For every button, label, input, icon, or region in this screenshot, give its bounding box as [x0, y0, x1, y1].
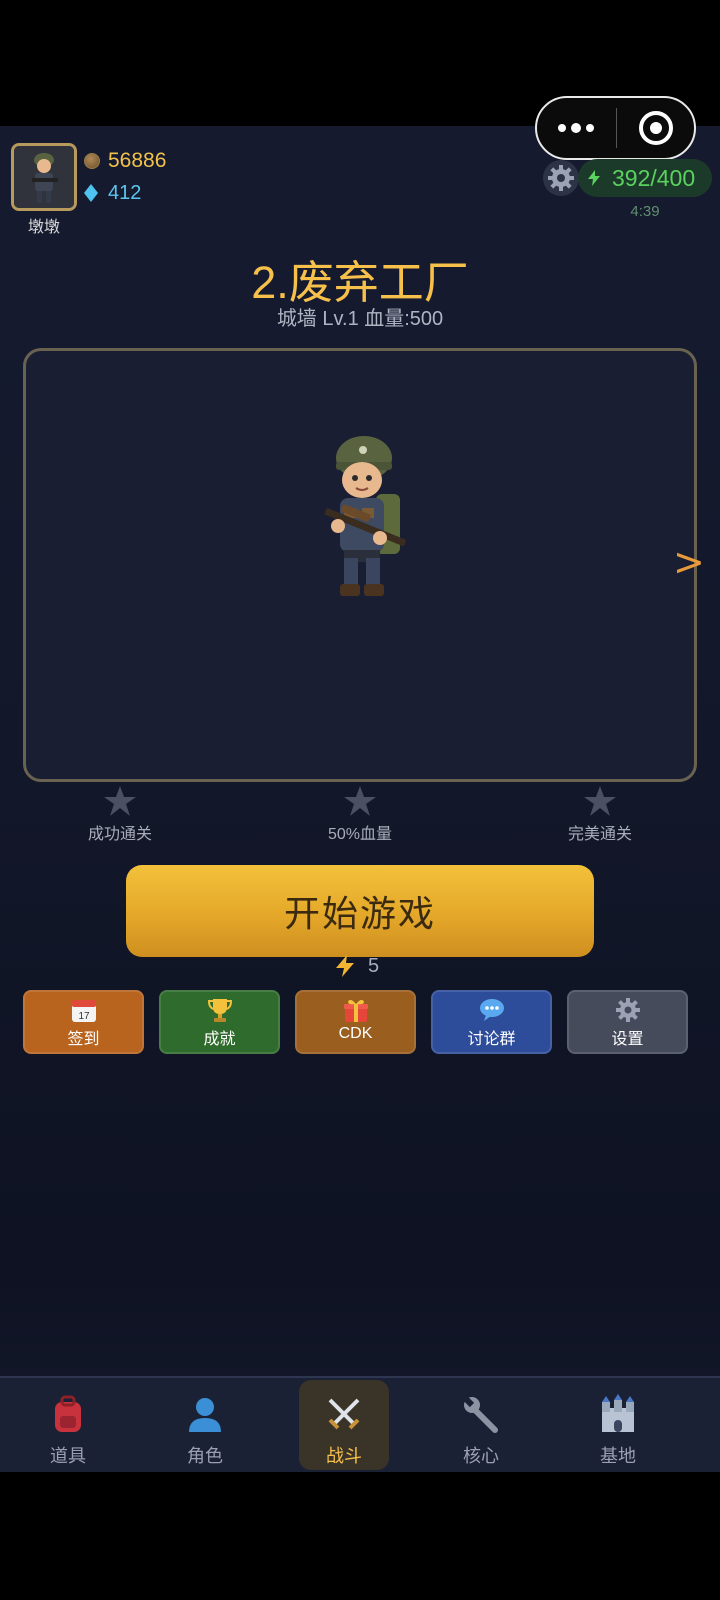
- soldier-character-image: [324, 436, 406, 596]
- lightning-icon: [336, 955, 354, 977]
- trophy-icon: [207, 999, 232, 1022]
- gem-value: 412: [108, 181, 142, 204]
- chat-icon: [479, 999, 504, 1021]
- level-subtitle: 城墙 Lv.1 血量:500: [276, 308, 444, 330]
- star-label-hp: 50%血量: [327, 826, 393, 843]
- calendar-icon: 17: [71, 1000, 96, 1022]
- more-options-icon[interactable]: [537, 98, 616, 158]
- tab-core[interactable]: 核心: [436, 1380, 526, 1470]
- player-name: 墩墩: [27, 219, 60, 236]
- action-buttons: 17 签到 成就 CDK 讨论群 设置: [0, 990, 720, 1054]
- energy-timer: 4:39: [630, 203, 660, 220]
- gear-icon: [548, 165, 574, 191]
- discussion-group-button[interactable]: 讨论群: [431, 990, 552, 1054]
- checkin-button[interactable]: 17 签到: [23, 990, 144, 1054]
- tab-items[interactable]: 道具: [23, 1380, 113, 1470]
- person-icon: [189, 1398, 221, 1432]
- miniprogram-capsule: [535, 96, 696, 160]
- settings-gear-button[interactable]: [543, 160, 579, 196]
- castle-icon: [602, 1394, 634, 1432]
- start-game-button[interactable]: 开始游戏: [126, 865, 594, 957]
- settings-button[interactable]: 设置: [567, 990, 688, 1054]
- tab-battle[interactable]: 战斗: [299, 1380, 389, 1470]
- energy-counter[interactable]: 392/400: [578, 159, 712, 197]
- coin-icon: [84, 153, 100, 169]
- lightning-icon: [588, 170, 600, 186]
- cdk-button[interactable]: CDK: [295, 990, 416, 1054]
- energy-cost: 5: [336, 952, 379, 980]
- gem-counter: 412: [84, 180, 141, 206]
- svg-text:17: 17: [78, 1011, 90, 1022]
- achievement-button[interactable]: 成就: [159, 990, 280, 1054]
- star-label-perfect: 完美通关: [567, 826, 632, 843]
- wrench-icon: [463, 1396, 498, 1433]
- gear-icon: [615, 998, 640, 1022]
- avatar-soldier-image: [14, 146, 74, 208]
- next-level-arrow[interactable]: >: [673, 540, 705, 584]
- energy-cost-value: 5: [368, 954, 380, 977]
- close-miniprogram-icon[interactable]: [617, 98, 694, 158]
- star-label-clear: 成功通关: [87, 826, 152, 843]
- star-icon: [584, 786, 616, 816]
- tab-character[interactable]: 角色: [160, 1380, 250, 1470]
- star-icon: [104, 786, 136, 816]
- coin-counter: 56886: [84, 148, 166, 174]
- avatar[interactable]: [11, 143, 77, 211]
- coin-value: 56886: [108, 149, 167, 172]
- star-icon: [344, 786, 376, 816]
- tab-base[interactable]: 基地: [573, 1380, 663, 1470]
- diamond-icon: [84, 184, 98, 202]
- crossed-swords-icon: [328, 1398, 360, 1430]
- energy-value: 392/400: [612, 164, 696, 191]
- backpack-icon: [55, 1395, 81, 1432]
- gift-icon: [343, 999, 368, 1022]
